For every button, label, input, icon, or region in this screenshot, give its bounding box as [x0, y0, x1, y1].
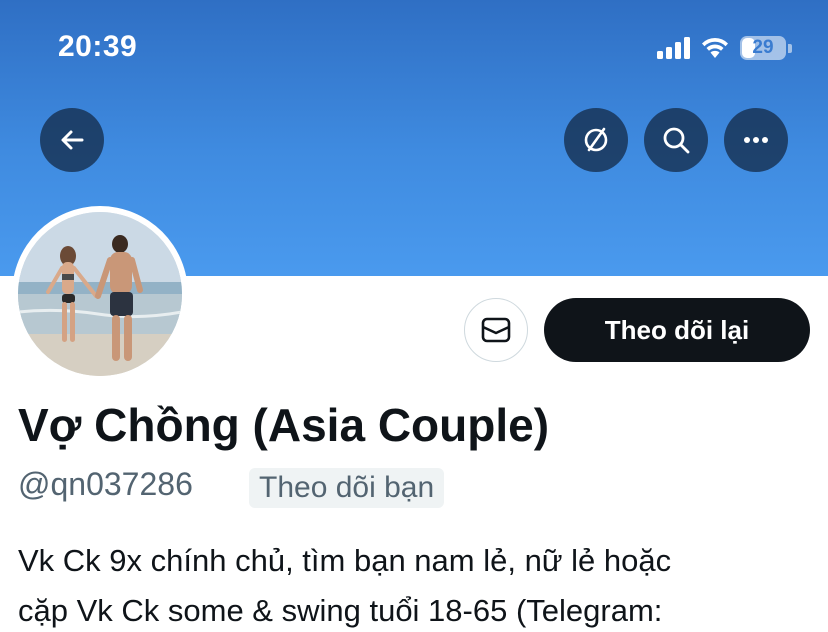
couple-beach-photo	[18, 212, 182, 376]
status-time: 20:39	[58, 30, 138, 63]
back-button[interactable]	[40, 108, 104, 172]
battery-icon: 29	[740, 36, 786, 60]
battery-tip	[788, 43, 792, 53]
profile-avatar[interactable]	[12, 206, 188, 382]
more-icon	[744, 137, 768, 143]
user-handle: @qn037286	[18, 466, 193, 502]
display-name: Vợ Chồng (Asia Couple)	[18, 399, 550, 451]
arrow-left-icon	[61, 130, 84, 150]
search-icon	[663, 127, 690, 154]
message-button[interactable]	[464, 298, 528, 362]
envelope-icon	[481, 317, 511, 343]
follows-you-badge: Theo dõi bạn	[249, 468, 445, 508]
cellular-signal-icon	[657, 37, 690, 59]
bio-line: Vk Ck 9x chính chủ, tìm bạn nam lẻ, nữ l…	[18, 543, 672, 578]
wifi-icon	[702, 37, 728, 58]
bio-line: cặp Vk Ck some & swing tuổi 18-65 (Teleg…	[18, 593, 663, 628]
profile-bio: Vk Ck 9x chính chủ, tìm bạn nam lẻ, nữ l…	[18, 536, 818, 632]
follow-back-button[interactable]: Theo dõi lại	[544, 298, 810, 362]
avatar-photo	[18, 212, 182, 376]
status-icons: 29	[657, 36, 792, 60]
lists-icon	[584, 127, 608, 152]
search-button[interactable]	[644, 108, 708, 172]
more-button[interactable]	[724, 108, 788, 172]
lists-button[interactable]	[564, 108, 628, 172]
battery-level: 29	[752, 37, 774, 58]
